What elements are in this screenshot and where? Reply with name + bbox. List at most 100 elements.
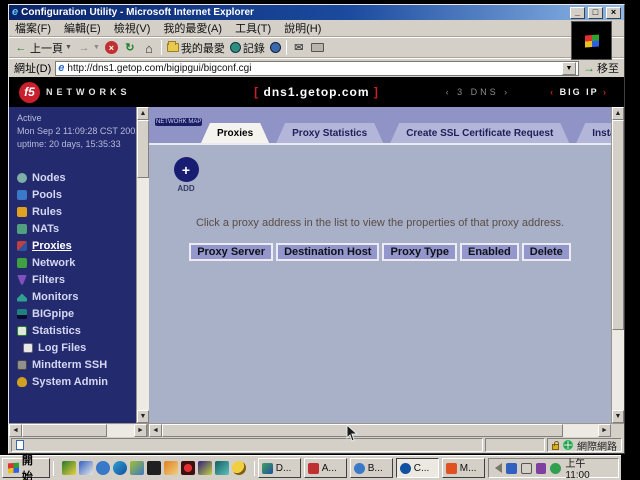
quick-launch-icon-3[interactable] <box>96 461 110 475</box>
start-label: 開始 <box>22 452 44 480</box>
main-scrollbar[interactable]: ▲ ▼ <box>611 107 624 423</box>
print-icon[interactable] <box>311 43 324 52</box>
media-icon[interactable] <box>270 42 281 53</box>
browser-window: e Configuration Utility - Microsoft Inte… <box>8 4 625 454</box>
tray-icon-2[interactable] <box>521 463 532 474</box>
sidebar-item-rules[interactable]: Rules <box>17 203 136 220</box>
menu-file[interactable]: 檔案(F) <box>15 20 51 36</box>
scrollbar-thumb[interactable] <box>137 120 149 178</box>
menu-edit[interactable]: 編輯(E) <box>64 20 101 36</box>
nodes-icon <box>17 173 27 183</box>
sidebar-item-system-admin[interactable]: System Admin <box>17 373 136 390</box>
task-button-2[interactable]: A... <box>304 458 347 478</box>
address-label: 網址(D) <box>14 60 51 76</box>
refresh-icon[interactable]: ↻ <box>123 41 137 55</box>
tray-icon-4[interactable] <box>550 463 561 474</box>
quick-launch-icon-10[interactable] <box>215 461 229 475</box>
add-proxy-button[interactable]: + ADD <box>171 157 201 193</box>
quick-launch-icon-6[interactable] <box>147 461 161 475</box>
favorites-button[interactable]: 我的最愛 <box>167 40 225 56</box>
column-enabled: Enabled <box>460 243 519 261</box>
sidebar-item-filters[interactable]: Filters <box>17 271 136 288</box>
network-map-button[interactable]: NETWORK MAP <box>155 110 199 128</box>
menu-tools[interactable]: 工具(T) <box>235 20 271 36</box>
network-icon <box>17 258 27 268</box>
quick-launch-icon-8[interactable] <box>181 461 195 475</box>
go-button[interactable]: → 移至 <box>583 60 619 76</box>
task-button-area: D... A... B... C... M... <box>258 458 485 478</box>
quick-launch-icon-2[interactable] <box>79 461 93 475</box>
scrollbar-thumb[interactable] <box>162 424 563 437</box>
volume-icon[interactable] <box>495 463 502 473</box>
sidebar-hscrollbar[interactable]: ◄ ► <box>9 424 149 437</box>
start-button[interactable]: 開始 <box>2 458 50 478</box>
scroll-down-icon[interactable]: ▼ <box>137 410 149 423</box>
quick-launch-icon-5[interactable] <box>130 461 144 475</box>
main-hscrollbar[interactable]: ◄ ► <box>149 424 611 437</box>
quick-launch-icon-9[interactable] <box>198 461 212 475</box>
tray-icon-1[interactable] <box>506 463 517 474</box>
menu-favorites[interactable]: 我的最愛(A) <box>163 20 222 36</box>
scrollbar-thumb[interactable] <box>612 120 624 330</box>
scroll-up-icon[interactable]: ▲ <box>612 107 624 120</box>
scrollbar-track[interactable] <box>612 330 624 410</box>
close-button[interactable]: × <box>606 7 621 19</box>
sidebar-scrollbar[interactable]: ▲ ▼ <box>136 107 149 423</box>
maximize-button[interactable]: □ <box>588 7 603 19</box>
mail-icon[interactable]: ✉ <box>292 41 306 55</box>
task-button-1[interactable]: D... <box>258 458 301 478</box>
quick-launch-icon-4[interactable] <box>113 461 127 475</box>
hostname-text: dns1.getop.com <box>263 85 369 99</box>
minimize-button[interactable]: _ <box>570 7 585 19</box>
quick-launch-icon-11[interactable] <box>232 461 246 475</box>
forward-button[interactable]: → ▼ <box>77 41 100 55</box>
scrollbar-thumb[interactable] <box>22 424 107 437</box>
task-button-5[interactable]: M... <box>442 458 485 478</box>
tab-install-ssl-certificate[interactable]: Install SSL Certif <box>576 123 611 143</box>
windows-flag-icon <box>585 34 599 47</box>
back-button[interactable]: ← 上一頁 ▼ <box>14 40 72 56</box>
zone-label: 網際網路 <box>577 438 617 453</box>
sidebar-item-statistics[interactable]: Statistics <box>17 322 136 339</box>
sidebar-item-bigpipe[interactable]: BIGpipe <box>17 305 136 322</box>
sidebar-item-nodes[interactable]: Nodes <box>17 169 136 186</box>
task-button-3[interactable]: B... <box>350 458 393 478</box>
tab-create-ssl-certificate-request[interactable]: Create SSL Certificate Request <box>390 123 569 143</box>
sidebar-item-pools[interactable]: Pools <box>17 186 136 203</box>
windows-flag-icon <box>8 463 19 474</box>
forward-dropdown-icon[interactable]: ▼ <box>93 44 100 51</box>
scroll-up-icon[interactable]: ▲ <box>137 107 149 120</box>
scroll-right-icon[interactable]: ► <box>134 424 147 437</box>
scrollbar-track[interactable] <box>137 178 149 410</box>
link-bigip[interactable]: ‹ BIG IP › <box>550 87 608 97</box>
address-input[interactable]: e http://dns1.getop.com/bigipgui/bigconf… <box>55 61 579 76</box>
menu-view[interactable]: 檢視(V) <box>114 20 151 36</box>
history-button[interactable]: 記錄 <box>230 40 265 56</box>
scrollbar-corner <box>611 424 624 437</box>
tab-proxies[interactable]: Proxies <box>201 123 269 143</box>
scrollbar-track[interactable] <box>22 424 134 437</box>
address-dropdown-icon[interactable]: ▼ <box>562 62 576 75</box>
tab-proxy-statistics[interactable]: Proxy Statistics <box>276 123 383 143</box>
link-3dns[interactable]: ‹ 3 DNS › <box>446 87 511 97</box>
sidebar-item-log-files[interactable]: Log Files <box>17 339 136 356</box>
task-button-4[interactable]: C... <box>396 458 439 478</box>
scroll-left-icon[interactable]: ◄ <box>149 424 162 437</box>
scroll-left-icon[interactable]: ◄ <box>9 424 22 437</box>
scrollbar-track[interactable] <box>162 424 598 437</box>
sidebar-item-nats[interactable]: NATs <box>17 220 136 237</box>
sidebar-item-proxies[interactable]: Proxies <box>17 237 136 254</box>
sidebar-item-network[interactable]: Network <box>17 254 136 271</box>
sidebar-item-monitors[interactable]: Monitors <box>17 288 136 305</box>
menu-help[interactable]: 說明(H) <box>284 20 321 36</box>
stop-icon[interactable]: × <box>105 41 118 54</box>
scroll-down-icon[interactable]: ▼ <box>612 410 624 423</box>
back-dropdown-icon[interactable]: ▼ <box>65 44 72 51</box>
back-label: 上一頁 <box>30 40 63 56</box>
home-icon[interactable]: ⌂ <box>142 41 156 55</box>
scroll-right-icon[interactable]: ► <box>598 424 611 437</box>
quick-launch-icon-1[interactable] <box>62 461 76 475</box>
tray-icon-3[interactable] <box>536 463 547 474</box>
sidebar-item-mindterm-ssh[interactable]: Mindterm SSH <box>17 356 136 373</box>
quick-launch-icon-7[interactable] <box>164 461 178 475</box>
